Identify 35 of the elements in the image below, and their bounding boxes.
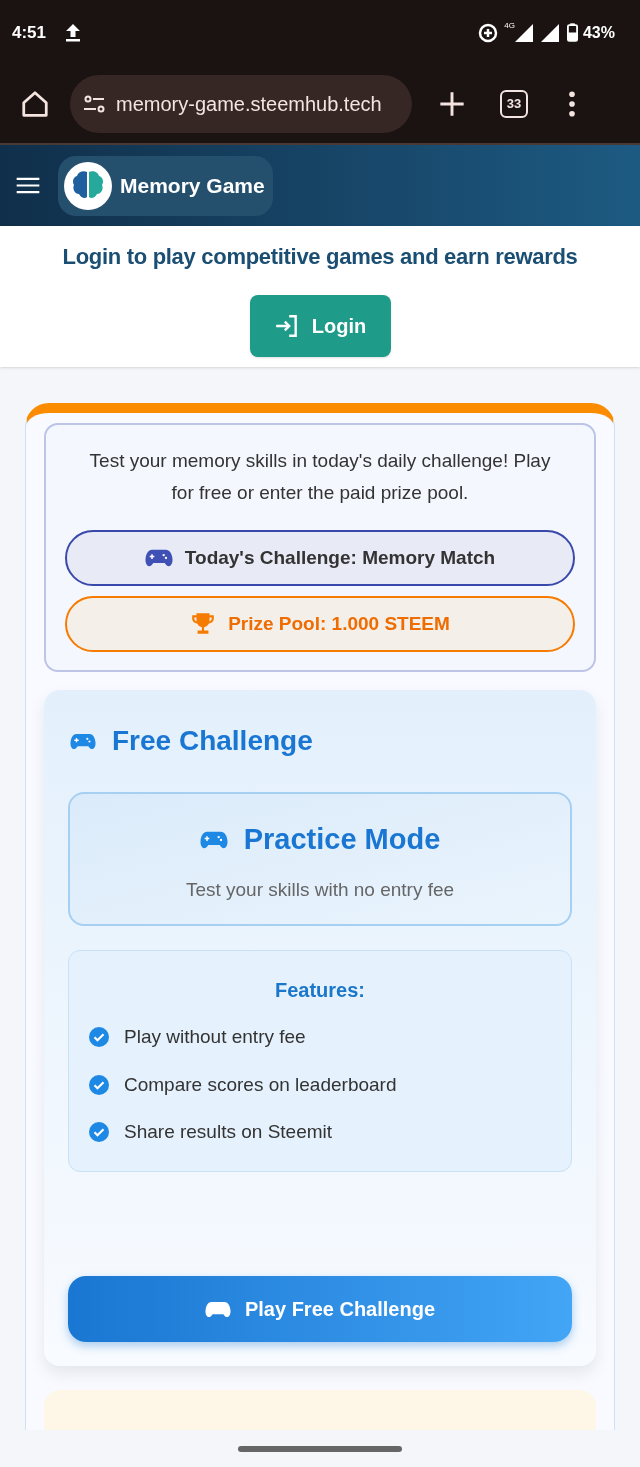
feature-text: Play without entry fee	[124, 1025, 306, 1049]
features-heading: Features:	[275, 978, 365, 1003]
login-message: Login to play competitive games and earn rewards	[62, 243, 578, 271]
brain-logo-icon	[64, 161, 112, 210]
clock-time: 4:51	[12, 21, 47, 44]
brand-pill[interactable]: Memory Game	[58, 155, 273, 216]
trophy-icon	[190, 611, 217, 637]
battery-icon	[566, 23, 578, 42]
address-bar[interactable]: memory-game.steemhub.tech	[70, 75, 412, 133]
network-type: 4G	[504, 20, 515, 32]
feature-text: Compare scores on leaderboard	[124, 1072, 397, 1097]
tab-count-button[interactable]: 33	[500, 90, 528, 118]
login-icon	[273, 313, 300, 339]
plus-icon[interactable]	[438, 90, 466, 118]
intro-text: Test your memory skills in today's daily challenge! Play for free or enter the paid prize pool.	[88, 449, 552, 505]
gamepad-icon	[199, 829, 228, 850]
signal-icon	[514, 23, 533, 42]
menu-icon[interactable]	[16, 177, 40, 194]
info-badge: Prize Pool: 1.000 STEEM	[65, 596, 575, 652]
app-title: Memory Game	[120, 172, 265, 199]
section-title: Free Challenge	[112, 724, 313, 758]
data-saver-icon	[478, 22, 499, 43]
battery-percent: 43%	[582, 22, 615, 43]
home-icon[interactable]	[20, 89, 50, 119]
upload-icon	[65, 23, 82, 42]
more-options-icon[interactable]	[568, 91, 576, 117]
info-badge: Today's Challenge: Memory Match	[65, 530, 575, 586]
feature-text: Share results on Steemit	[124, 1120, 333, 1144]
gamepad-icon	[70, 731, 96, 751]
signal-icon	[540, 23, 559, 42]
mode-title: Practice Mode	[243, 822, 441, 857]
mode-subtitle: Test your skills with no entry fee	[185, 877, 455, 902]
gamepad-icon	[144, 548, 173, 568]
url-text: memory-game.steemhub.tech	[116, 92, 382, 117]
gamepad-icon	[204, 1299, 231, 1319]
